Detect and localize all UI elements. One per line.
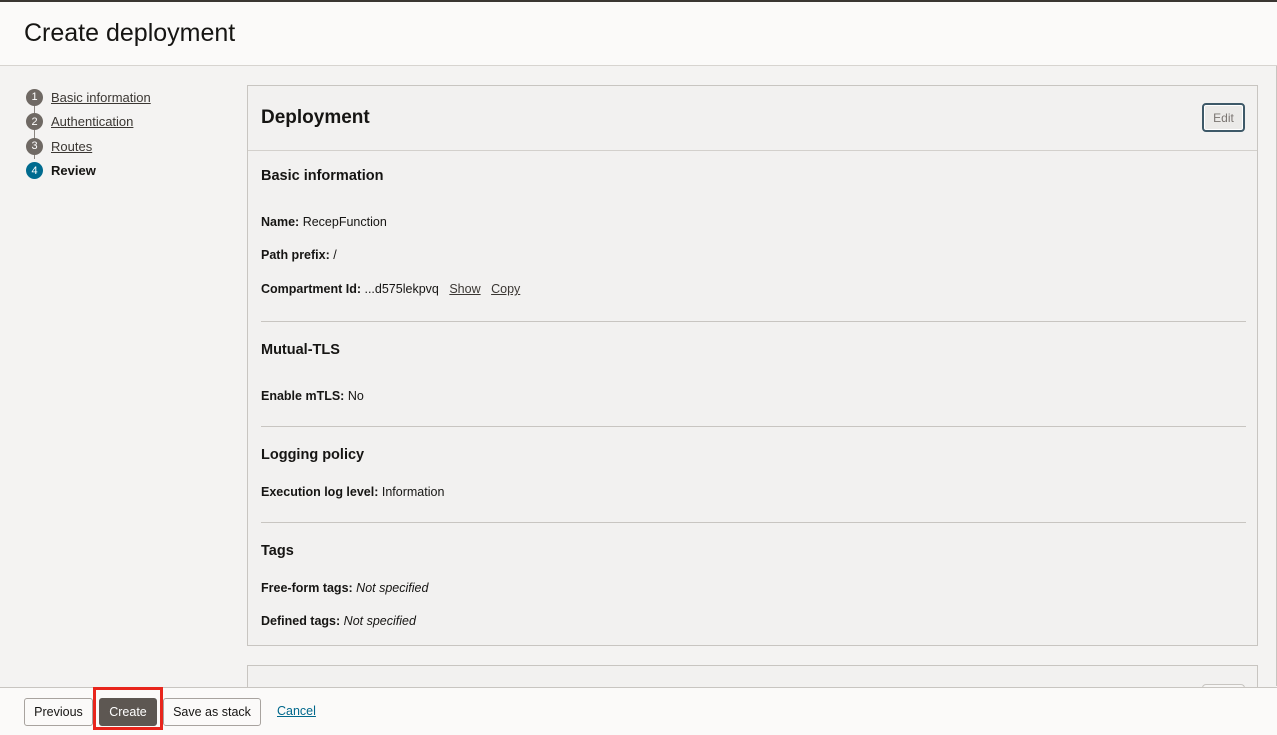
step-authentication[interactable]: 2 Authentication — [26, 110, 226, 135]
page-title: Create deployment — [24, 19, 236, 47]
field-label: Defined tags: — [261, 614, 341, 628]
field-label: Enable mTLS: — [261, 389, 345, 403]
edit-button[interactable]: Edit — [1202, 103, 1245, 132]
card-title: Deployment — [261, 107, 370, 128]
field-value: Not specified — [356, 581, 429, 595]
defined-tags-field: Defined tags: Not specified — [261, 614, 416, 628]
step-link-basic-information[interactable]: Basic information — [51, 90, 151, 105]
tags-section: Tags Free-form tags: Not specified Defin… — [261, 543, 1246, 633]
deployment-review-card: Deployment Edit Basic information Name: … — [247, 85, 1258, 646]
copy-link[interactable]: Copy — [491, 282, 520, 296]
field-label: Execution log level: — [261, 485, 379, 499]
step-number: 2 — [26, 113, 43, 131]
field-value: / — [333, 248, 337, 262]
section-divider — [261, 522, 1246, 523]
wizard-steps: 1 Basic information 2 Authentication 3 R… — [26, 85, 226, 183]
name-field: Name: RecepFunction — [261, 215, 387, 229]
basic-information-section: Basic information Name: RecepFunction Pa… — [261, 168, 1246, 298]
field-value: ...d575lekpvq — [364, 282, 439, 296]
execution-log-level-field: Execution log level: Information — [261, 485, 444, 499]
step-label-review: Review — [51, 163, 96, 179]
section-heading: Tags — [261, 543, 294, 559]
section-heading: Basic information — [261, 168, 384, 184]
step-number: 1 — [26, 88, 43, 106]
section-heading: Logging policy — [261, 447, 365, 463]
page-header: Create deployment — [0, 2, 1277, 66]
enable-mtls-field: Enable mTLS: No — [261, 389, 364, 403]
field-value: Information — [381, 485, 445, 499]
section-divider — [261, 426, 1246, 427]
field-label: Compartment Id: — [261, 282, 361, 296]
field-value: Not specified — [343, 614, 416, 628]
step-review: 4 Review — [26, 159, 226, 184]
show-link[interactable]: Show — [449, 282, 480, 296]
field-value: RecepFunction — [302, 215, 387, 229]
wizard-footer: Previous Create Save as stack Cancel — [0, 687, 1277, 735]
field-label: Name: — [261, 215, 300, 229]
compartment-id-field: Compartment Id: ...d575lekpvq Show Copy — [261, 282, 520, 296]
step-number-active: 4 — [26, 162, 43, 180]
logging-policy-section: Logging policy Execution log level: Info… — [261, 447, 1246, 507]
field-value: No — [347, 389, 364, 403]
card-header: Deployment Edit — [248, 86, 1257, 151]
cancel-link[interactable]: Cancel — [277, 704, 316, 718]
path-prefix-field: Path prefix: / — [261, 248, 337, 262]
step-number: 3 — [26, 137, 43, 155]
previous-button[interactable]: Previous — [24, 698, 93, 726]
free-form-tags-field: Free-form tags: Not specified — [261, 581, 428, 595]
mutual-tls-section: Mutual-TLS Enable mTLS: No — [261, 342, 1246, 403]
field-label: Path prefix: — [261, 248, 330, 262]
save-as-stack-button[interactable]: Save as stack — [163, 698, 261, 726]
step-link-routes[interactable]: Routes — [51, 139, 92, 154]
field-label: Free-form tags: — [261, 581, 353, 595]
create-button[interactable]: Create — [99, 698, 157, 726]
step-basic-information[interactable]: 1 Basic information — [26, 85, 226, 110]
section-heading: Mutual-TLS — [261, 342, 340, 358]
section-divider — [261, 321, 1246, 322]
step-routes[interactable]: 3 Routes — [26, 134, 226, 159]
step-link-authentication[interactable]: Authentication — [51, 114, 133, 129]
